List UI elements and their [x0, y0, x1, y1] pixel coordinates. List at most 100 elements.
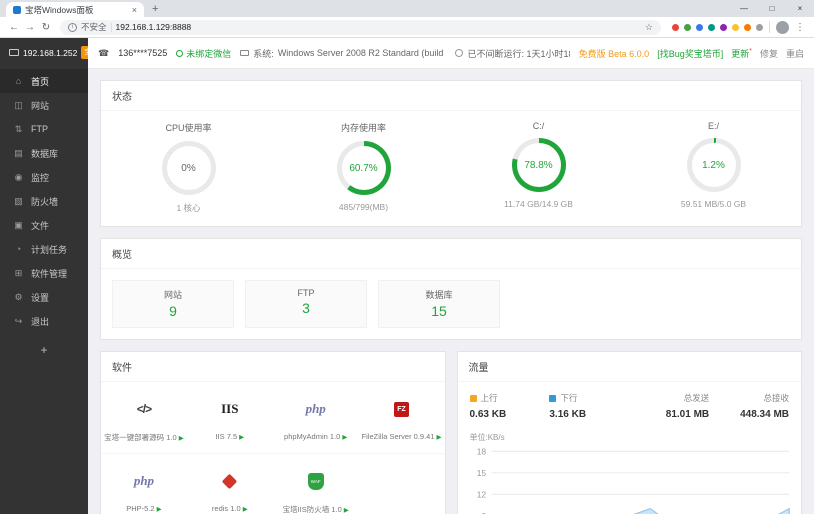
bug-reward-link[interactable]: [找Bug奖宝塔币]	[657, 47, 723, 60]
software-item[interactable]: FZ FileZilla Server 0.9.41 ▶	[358, 382, 445, 454]
deploy-arrow-icon[interactable]: ▶	[344, 507, 349, 514]
code-icon: </>	[136, 402, 152, 416]
overview-sites[interactable]: 网站 9	[112, 280, 234, 328]
extension-icon[interactable]	[696, 23, 703, 31]
sidebar-item-settings[interactable]: ⚙ 设置	[0, 285, 88, 309]
gauge-subtext: 1 核心	[176, 203, 201, 213]
software-card: 软件 </> 宝塔一键部署源码 1.0 ▶ IIS IIS 7.5 ▶ php ph	[100, 351, 446, 514]
sidebar-item-cron[interactable]: ◔ 计划任务	[0, 237, 88, 261]
extension-icon[interactable]	[744, 23, 751, 31]
svg-text:15: 15	[476, 468, 486, 478]
browser-menu-icon[interactable]: ⋮	[795, 22, 805, 33]
sidebar-item-logout[interactable]: ↪ 退出	[0, 309, 88, 333]
overview-label: 数据库	[425, 290, 453, 300]
software-item[interactable]: IIS IIS 7.5 ▶	[186, 382, 273, 454]
gauge-label: 内存使用率	[340, 123, 386, 133]
overview-database[interactable]: 数据库 15	[378, 280, 500, 328]
gauge-disk-e: E:/ 1.2% 59.51 MB/5.0 GB	[626, 121, 801, 214]
traffic-chart: 181512963	[458, 445, 802, 514]
gauge-disk-c: C:/ 78.8% 11.74 GB/14.9 GB	[451, 121, 626, 214]
deploy-arrow-icon[interactable]: ▶	[437, 434, 442, 441]
legend-total-sent: 总发送 81.01 MB	[629, 392, 709, 420]
sidebar-item-files[interactable]: ▣ 文件	[0, 213, 88, 237]
deploy-arrow-icon[interactable]: ▶	[157, 506, 162, 513]
bottom-row: 软件 </> 宝塔一键部署源码 1.0 ▶ IIS IIS 7.5 ▶ php ph	[100, 351, 802, 514]
software-name: FileZilla Server 0.9.41	[361, 432, 435, 441]
software-card-title: 软件	[101, 352, 445, 382]
gauge-label: E:/	[707, 121, 719, 131]
toolbar-separator	[769, 21, 770, 33]
main-area: ☎ 136****7525 未绑定微信 系统: Windows Server 2…	[88, 38, 814, 514]
wechat-bind-link[interactable]: 未绑定微信	[176, 47, 231, 60]
svg-text:18: 18	[476, 447, 486, 457]
deploy-arrow-icon[interactable]: ▶	[239, 434, 244, 441]
website-icon: ◫	[14, 99, 23, 110]
software-item[interactable]: </> 宝塔一键部署源码 1.0 ▶	[101, 382, 187, 454]
extension-icon[interactable]	[756, 23, 763, 31]
legend-label: 总发送	[683, 393, 710, 403]
monitor-icon: ◉	[14, 171, 23, 182]
legend-value: 448.34 MB	[740, 409, 789, 420]
deploy-arrow-icon[interactable]: ▶	[342, 434, 347, 441]
sidebar-item-sites[interactable]: ◫ 网站	[0, 93, 88, 117]
files-icon: ▣	[14, 219, 23, 230]
extension-icon[interactable]	[732, 23, 739, 31]
url-bar[interactable]: i 不安全 192.168.1.129:8888 ☆	[60, 19, 661, 35]
wechat-icon	[176, 49, 184, 57]
legend-label: 上行	[480, 393, 498, 403]
sidebar-item-ftp[interactable]: ⇅ FTP	[0, 117, 88, 141]
extension-icon[interactable]	[708, 23, 715, 31]
content-area: 状态 CPU使用率 0% 1 核心 内存使用率 60.7% 485/799(MB…	[88, 69, 814, 514]
sidebar-add-button[interactable]: +	[0, 343, 88, 357]
overview-ftp[interactable]: FTP 3	[245, 280, 367, 328]
software-item[interactable]: redis 1.0 ▶	[187, 454, 273, 514]
deploy-arrow-icon[interactable]: ▶	[179, 435, 184, 442]
sidebar-item-software[interactable]: ⊞ 软件管理	[0, 261, 88, 285]
sidebar-item-database[interactable]: ▤ 数据库	[0, 141, 88, 165]
gauge-label: CPU使用率	[165, 123, 212, 133]
restart-link[interactable]: 重启	[786, 47, 804, 60]
sidebar-item-monitor[interactable]: ◉ 监控	[0, 165, 88, 189]
minimize-button[interactable]: —	[730, 0, 758, 17]
gauge-ring: 78.8%	[511, 138, 566, 192]
maximize-button[interactable]: □	[758, 0, 786, 17]
new-tab-button[interactable]: +	[152, 2, 158, 17]
bound-phone[interactable]: 136****7525	[118, 48, 167, 58]
extension-bar	[667, 23, 763, 31]
sidebar-item-firewall[interactable]: ▧ 防火墙	[0, 189, 88, 213]
firewall-icon: ▧	[14, 195, 23, 206]
tab-close-icon[interactable]: ×	[132, 5, 137, 15]
version-label[interactable]: 免费版 Beta 6.0.0	[579, 47, 650, 60]
software-item[interactable]: WAF 宝塔IIS防火墙 1.0 ▶	[273, 454, 359, 514]
legend-label: 下行	[560, 393, 578, 403]
repair-link[interactable]: 修复	[760, 47, 778, 60]
profile-avatar[interactable]	[776, 20, 789, 34]
bookmark-star-icon[interactable]: ☆	[645, 22, 653, 33]
clock-icon: ◔	[15, 244, 22, 254]
refresh-icon[interactable]: ↻	[38, 22, 54, 33]
legend-value: 0.63 KB	[469, 409, 507, 420]
gauge-value: 0%	[181, 162, 196, 174]
home-icon: ⌂	[15, 76, 22, 86]
software-item[interactable]: php phpMyAdmin 1.0 ▶	[272, 382, 359, 454]
deploy-arrow-icon[interactable]: ▶	[243, 506, 248, 513]
back-icon[interactable]: ←	[6, 22, 22, 33]
software-item[interactable]: php PHP-5.2 ▶	[101, 454, 187, 514]
gauge-value: 1.2%	[702, 159, 725, 171]
forward-icon[interactable]: →	[22, 22, 38, 33]
sidebar-item-home[interactable]: ⌂ 首页	[0, 69, 88, 93]
extension-icon[interactable]	[672, 23, 679, 31]
close-button[interactable]: ×	[786, 0, 814, 17]
overview-label: FTP	[297, 288, 315, 298]
browser-tab[interactable]: 宝塔Windows面板 ×	[6, 2, 144, 17]
info-icon[interactable]: i	[68, 22, 77, 32]
legend-value: 3.16 KB	[549, 409, 587, 420]
update-link[interactable]: 更新*	[731, 47, 752, 60]
sidebar-item-label: 监控	[31, 172, 50, 183]
sidebar-item-label: 防火墙	[31, 196, 59, 207]
extension-icon[interactable]	[684, 23, 691, 31]
overview-card-title: 概览	[101, 239, 801, 269]
traffic-card: 流量 上行 0.63 KB 下行 3.16 KB 总发送 81.01 MB 总接…	[456, 351, 802, 514]
browser-window: 宝塔Windows面板 × + — □ × ← → ↻ i 不安全 192.16…	[0, 0, 814, 38]
extension-icon[interactable]	[720, 23, 727, 31]
